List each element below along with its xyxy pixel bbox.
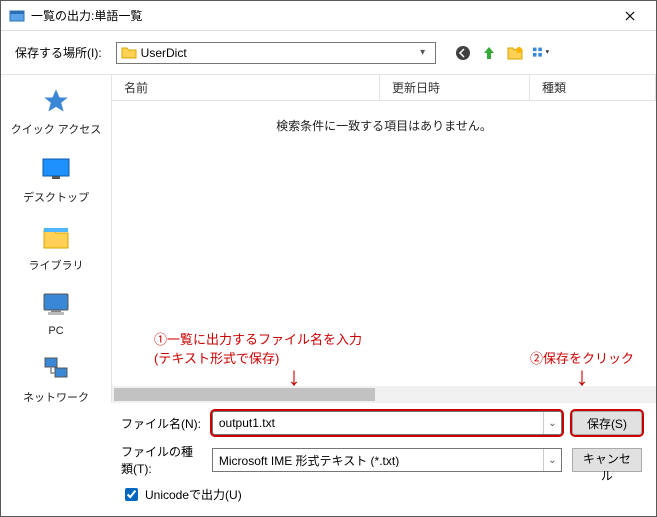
filename-label: ファイル名(N):: [121, 415, 202, 432]
network-icon: [40, 353, 72, 385]
pc-icon: [40, 289, 72, 321]
column-name[interactable]: 名前: [112, 75, 380, 100]
filename-input[interactable]: [213, 416, 543, 430]
chevron-down-icon[interactable]: ⌄: [543, 449, 561, 471]
filetype-combo[interactable]: ⌄: [212, 448, 562, 472]
sidebar-item-network[interactable]: ネットワーク: [1, 353, 111, 403]
location-combo[interactable]: UserDict ▾: [116, 42, 436, 64]
up-icon[interactable]: [480, 44, 498, 62]
view-menu-icon[interactable]: [532, 44, 550, 62]
save-dialog: 一覧の出力:単語一覧 保存する場所(I): UserDict ▾ クイック アク…: [0, 0, 657, 517]
file-list-pane: 名前 更新日時 種類 検索条件に一致する項目はありません。 ①一覧に出力するファ…: [111, 75, 656, 403]
filetype-label: ファイルの種類(T):: [121, 443, 202, 477]
places-sidebar: クイック アクセス デスクトップ ライブラリ PC ネットワーク: [1, 75, 111, 403]
location-text: UserDict: [141, 46, 415, 60]
filetype-value: [213, 453, 543, 467]
unicode-label: Unicodeで出力(U): [145, 486, 242, 503]
annotation-1: ①一覧に出力するファイル名を入力 (テキスト形式で保存) ↓: [154, 329, 362, 385]
column-type[interactable]: 種類: [530, 75, 656, 100]
sidebar-item-label: PC: [48, 325, 63, 337]
sidebar-item-label: クイック アクセス: [11, 121, 102, 137]
sidebar-item-label: デスクトップ: [23, 189, 89, 205]
filename-combo[interactable]: ⌄: [212, 411, 562, 435]
file-area: 検索条件に一致する項目はありません。 ①一覧に出力するファイル名を入力 (テキス…: [112, 101, 656, 386]
sidebar-item-libraries[interactable]: ライブラリ: [1, 221, 111, 273]
close-button[interactable]: [610, 2, 650, 30]
chevron-down-icon[interactable]: ⌄: [543, 412, 561, 434]
sidebar-item-pc[interactable]: PC: [1, 289, 111, 337]
footer: ファイル名(N): ⌄ 保存(S) ファイルの種類(T): ⌄ キャンセル Un…: [1, 403, 656, 516]
arrow-down-icon: ↓: [530, 367, 634, 385]
sidebar-item-quick-access[interactable]: クイック アクセス: [1, 85, 111, 137]
column-headers: 名前 更新日時 種類: [112, 75, 656, 101]
folder-icon: [121, 45, 137, 61]
unicode-checkbox[interactable]: [125, 488, 138, 501]
window-title: 一覧の出力:単語一覧: [31, 7, 610, 24]
dialog-body: クイック アクセス デスクトップ ライブラリ PC ネットワーク 名前: [1, 75, 656, 403]
nav-icons: [454, 44, 550, 62]
horizontal-scrollbar[interactable]: [112, 386, 656, 403]
location-toolbar: 保存する場所(I): UserDict ▾: [1, 31, 656, 75]
sidebar-item-label: ライブラリ: [29, 257, 84, 273]
sidebar-item-desktop[interactable]: デスクトップ: [1, 153, 111, 205]
location-label: 保存する場所(I):: [15, 44, 102, 61]
cancel-button[interactable]: キャンセル: [572, 448, 642, 472]
save-button[interactable]: 保存(S): [572, 411, 642, 435]
star-icon: [40, 85, 72, 117]
app-icon: [9, 8, 25, 24]
empty-message: 検索条件に一致する項目はありません。: [112, 101, 656, 134]
arrow-down-icon: ↓: [226, 367, 362, 385]
library-icon: [40, 221, 72, 253]
chevron-down-icon[interactable]: ▾: [415, 47, 431, 58]
back-icon[interactable]: [454, 44, 472, 62]
new-folder-icon[interactable]: [506, 44, 524, 62]
titlebar: 一覧の出力:単語一覧: [1, 1, 656, 31]
sidebar-item-label: ネットワーク: [23, 389, 89, 403]
desktop-icon: [40, 153, 72, 185]
annotation-2: ②保存をクリック ↓: [530, 348, 634, 385]
column-date[interactable]: 更新日時: [380, 75, 530, 100]
